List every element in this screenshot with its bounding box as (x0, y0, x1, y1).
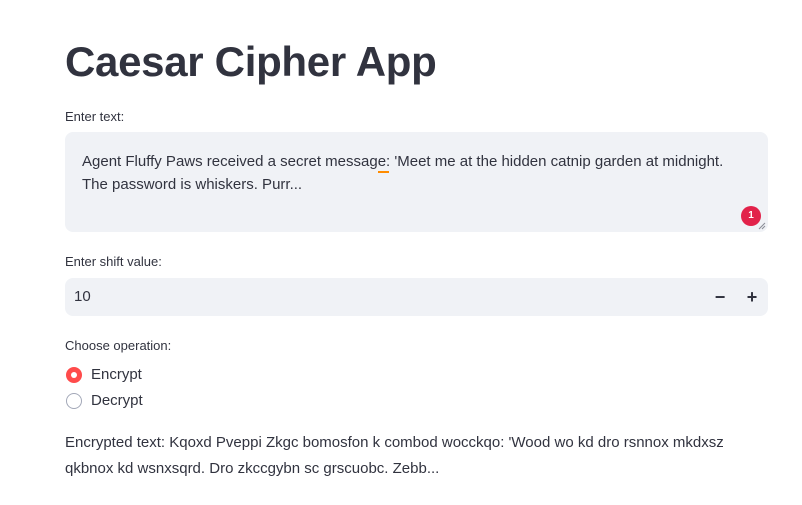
text-input-label: Enter text: (65, 109, 125, 124)
radio-label-encrypt: Encrypt (91, 366, 142, 383)
result-text: Encrypted text: Kqoxd Pveppi Zkgc bomosf… (65, 434, 724, 477)
shift-value[interactable]: 10 (74, 288, 91, 306)
radio-option-decrypt[interactable]: Decrypt (66, 391, 143, 411)
spellcheck-underline (378, 171, 389, 173)
text-input-value: Agent Fluffy Paws received a secret mess… (82, 153, 728, 193)
shift-input-label: Enter shift value: (65, 254, 162, 269)
page-title: Caesar Cipher App (65, 38, 437, 85)
text-input-area[interactable]: Agent Fluffy Paws received a secret mess… (65, 132, 768, 232)
radio-option-encrypt[interactable]: Encrypt (66, 365, 142, 385)
radio-checked-icon[interactable] (66, 367, 82, 383)
radio-label-decrypt: Decrypt (91, 392, 143, 409)
decrement-button[interactable]: − (704, 278, 736, 316)
resize-handle-icon[interactable] (758, 222, 766, 230)
operation-label: Choose operation: (65, 338, 172, 353)
app-container: Caesar Cipher App Enter text: Agent Fluf… (0, 0, 802, 505)
radio-unchecked-icon[interactable] (66, 393, 82, 409)
increment-button[interactable]: + (736, 278, 768, 316)
shift-number-input[interactable]: 10 − + (65, 278, 768, 316)
